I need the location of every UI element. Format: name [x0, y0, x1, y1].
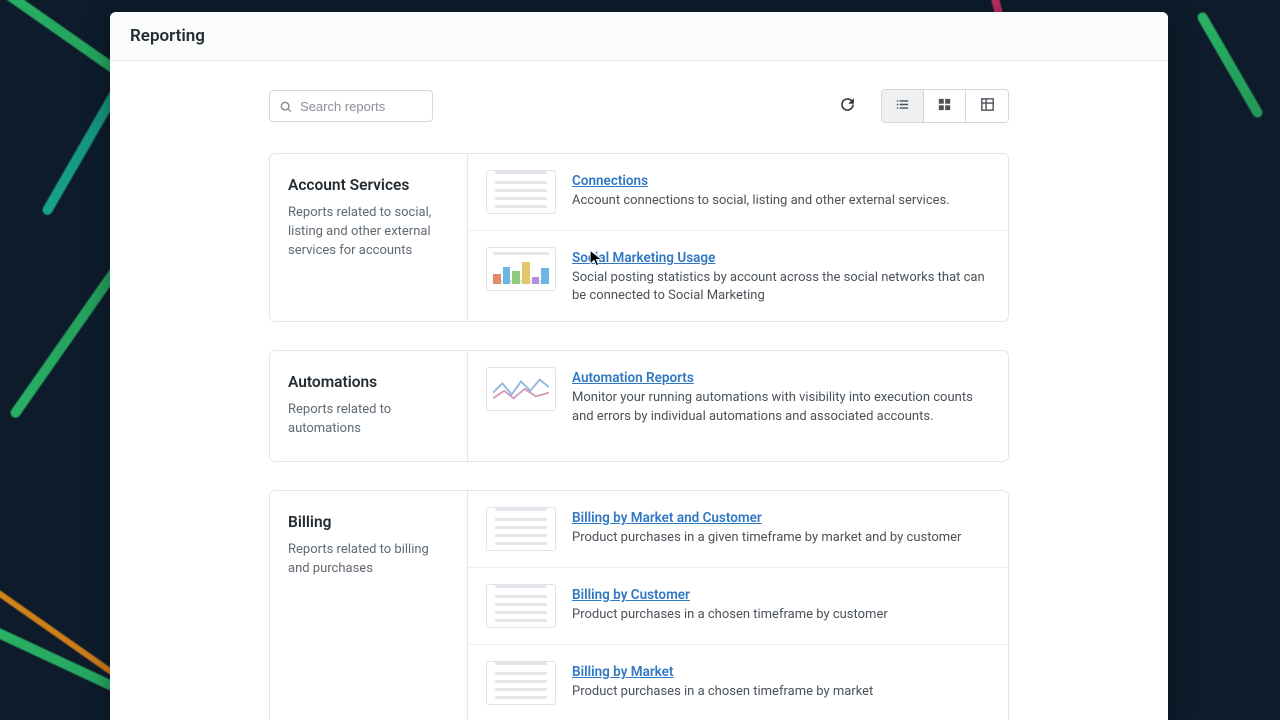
section: Automations Reports related to automation… — [269, 350, 1009, 462]
main-panel: Reporting — [110, 12, 1168, 720]
report-text: Billing by Market Product purchases in a … — [572, 661, 990, 705]
search-input[interactable] — [269, 90, 433, 122]
section: Billing Reports related to billing and pu… — [269, 490, 1009, 720]
report-title-link[interactable]: Automation Reports — [572, 370, 694, 386]
report-description: Product purchases in a given timeframe b… — [572, 529, 990, 547]
report-title-link[interactable]: Billing by Customer — [572, 587, 690, 603]
report-thumbnail — [486, 247, 556, 291]
section-description: Reports related to billing and purchases — [288, 541, 449, 579]
search-wrap — [269, 90, 433, 122]
report-text: Automation Reports Monitor your running a… — [572, 367, 990, 425]
decor-streak — [1196, 11, 1265, 120]
report-thumbnail — [486, 367, 556, 411]
report-text: Billing by Customer Product purchases in … — [572, 584, 990, 628]
report-text: Billing by Market and Customer Product pu… — [572, 507, 990, 551]
report-thumbnail — [486, 170, 556, 214]
section-title: Billing — [288, 513, 449, 531]
page-title: Reporting — [130, 26, 1148, 46]
toolbar-right — [831, 89, 1009, 123]
report-description: Account connections to social, listing a… — [572, 192, 990, 210]
search-icon — [279, 99, 293, 113]
refresh-button[interactable] — [831, 90, 863, 122]
section-title: Automations — [288, 373, 449, 391]
report-title-link[interactable]: Connections — [572, 173, 648, 189]
report-row[interactable]: Billing by Customer Product purchases in … — [468, 568, 1008, 645]
grid-icon — [936, 96, 953, 116]
report-title-link[interactable]: Billing by Market — [572, 664, 673, 680]
section-description: Reports related to automations — [288, 401, 449, 439]
section-title: Account Services — [288, 176, 449, 194]
sections: Account Services Reports related to socia… — [269, 153, 1009, 720]
report-description: Monitor your running automations with vi… — [572, 389, 990, 425]
report-text: Connections Account connections to social… — [572, 170, 990, 214]
report-description: Social posting statistics by account acr… — [572, 269, 990, 305]
panel-body: Account Services Reports related to socia… — [110, 61, 1168, 720]
section-sidebar: Account Services Reports related to socia… — [270, 154, 468, 321]
report-description: Product purchases in a chosen timeframe … — [572, 683, 990, 701]
section-sidebar: Automations Reports related to automation… — [270, 351, 468, 461]
list-icon — [894, 96, 911, 116]
table-icon — [979, 96, 996, 116]
report-thumbnail — [486, 661, 556, 705]
section-reports: Automation Reports Monitor your running a… — [468, 351, 1008, 461]
section-sidebar: Billing Reports related to billing and pu… — [270, 491, 468, 720]
report-row[interactable]: Billing by Market Product purchases in a … — [468, 645, 1008, 720]
refresh-icon — [838, 95, 857, 117]
section-reports: Billing by Market and Customer Product pu… — [468, 491, 1008, 720]
report-title-link[interactable]: Social Marketing Usage — [572, 250, 715, 266]
report-row[interactable]: Social Marketing Usage Social posting sta… — [468, 231, 1008, 321]
report-text: Social Marketing Usage Social posting sta… — [572, 247, 990, 305]
view-toggle-group — [881, 89, 1009, 123]
section-reports: Connections Account connections to social… — [468, 154, 1008, 321]
report-thumbnail — [486, 584, 556, 628]
view-table-button[interactable] — [966, 90, 1008, 122]
report-description: Product purchases in a chosen timeframe … — [572, 606, 990, 624]
report-thumbnail — [486, 507, 556, 551]
view-grid-button[interactable] — [924, 90, 966, 122]
report-row[interactable]: Connections Account connections to social… — [468, 154, 1008, 231]
panel-header: Reporting — [110, 12, 1168, 61]
section: Account Services Reports related to socia… — [269, 153, 1009, 322]
report-row[interactable]: Billing by Market and Customer Product pu… — [468, 491, 1008, 568]
toolbar — [269, 89, 1009, 123]
section-description: Reports related to social, listing and o… — [288, 204, 449, 261]
content: Account Services Reports related to socia… — [269, 89, 1009, 720]
view-list-button[interactable] — [882, 90, 924, 122]
report-title-link[interactable]: Billing by Market and Customer — [572, 510, 762, 526]
report-row[interactable]: Automation Reports Monitor your running a… — [468, 351, 1008, 441]
